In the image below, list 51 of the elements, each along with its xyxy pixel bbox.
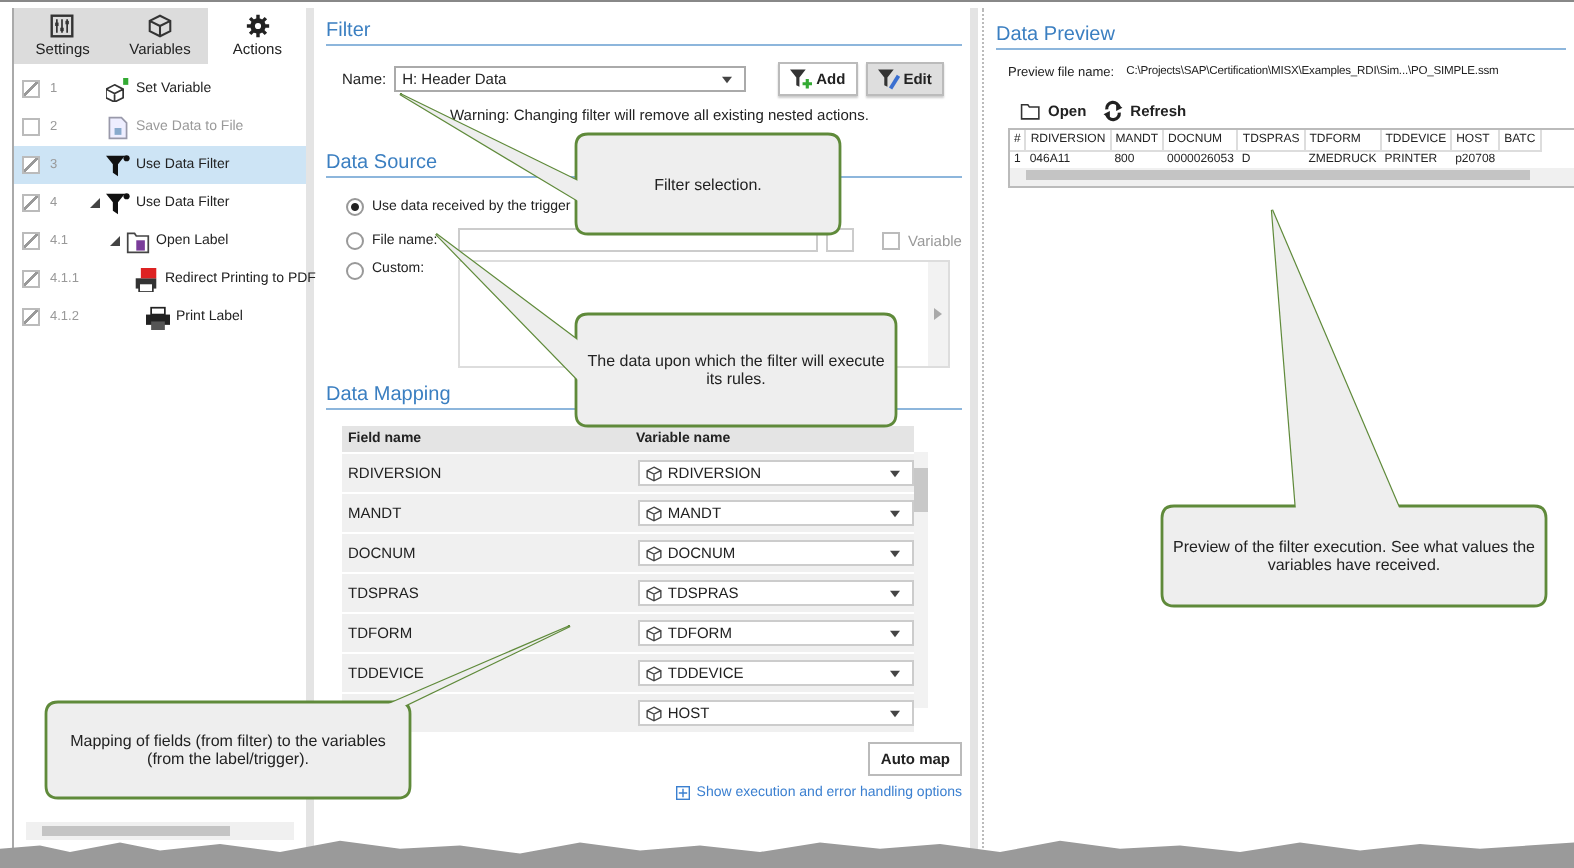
cube-icon xyxy=(645,505,662,521)
checkbox[interactable] xyxy=(22,194,40,212)
scroll-arrow-icon[interactable] xyxy=(934,308,942,320)
expander-icon[interactable] xyxy=(90,198,100,208)
cube-icon xyxy=(645,585,662,601)
checkbox[interactable] xyxy=(22,270,40,288)
sliders-icon xyxy=(50,14,75,38)
document-icon xyxy=(106,115,130,139)
expand-plus-icon[interactable] xyxy=(676,786,691,800)
dropdown-arrow-icon xyxy=(890,589,900,597)
dropdown-arrow-icon xyxy=(890,549,900,557)
checkbox[interactable] xyxy=(22,232,40,250)
funnel-icon xyxy=(106,191,130,215)
funnel-icon xyxy=(106,153,130,177)
radio-button[interactable] xyxy=(346,262,364,280)
cube-icon xyxy=(106,77,130,101)
funnel-pencil-icon xyxy=(877,68,900,90)
checkbox[interactable] xyxy=(22,308,40,326)
printer-icon xyxy=(146,305,170,329)
checkbox[interactable] xyxy=(22,156,40,174)
checkbox[interactable] xyxy=(22,80,40,98)
dropdown-arrow-icon xyxy=(890,669,900,677)
cube-icon xyxy=(645,545,662,561)
funnel-plus-icon xyxy=(790,68,813,90)
cube-icon xyxy=(148,14,172,38)
section-heading: Data Preview xyxy=(996,24,1566,50)
dropdown-arrow-icon xyxy=(722,75,733,83)
pdf-printer-icon xyxy=(134,267,159,291)
dropdown-arrow-icon xyxy=(890,469,900,477)
vertical-scrollbar[interactable] xyxy=(914,452,928,708)
section-heading: Filter xyxy=(326,20,962,46)
callout-text: The data upon which the filter will execute its rules. xyxy=(585,352,887,388)
dropdown-arrow-icon xyxy=(890,629,900,637)
horizontal-scrollbar[interactable] xyxy=(26,822,294,840)
cube-icon xyxy=(645,705,662,721)
dropdown-arrow-icon xyxy=(890,509,900,517)
cube-icon xyxy=(645,625,662,641)
callout-text: Filter selection. xyxy=(654,175,762,193)
cube-icon xyxy=(645,665,662,681)
callout-text: Mapping of fields (from filter) to the variables (from the label/trigger). xyxy=(68,732,388,768)
dropdown-arrow-icon xyxy=(890,709,900,717)
cube-icon xyxy=(645,465,662,481)
callout-text: Preview of the filter execution. See what values the variables have received. xyxy=(1171,538,1537,574)
radio-button[interactable] xyxy=(346,231,364,249)
folder-icon xyxy=(126,229,150,253)
horizontal-scrollbar[interactable] xyxy=(1010,168,1574,186)
refresh-icon xyxy=(1102,100,1125,122)
folder-icon xyxy=(1020,100,1042,122)
expander-icon[interactable] xyxy=(110,236,120,246)
gear-icon xyxy=(245,14,270,38)
radio-button[interactable] xyxy=(346,197,364,215)
